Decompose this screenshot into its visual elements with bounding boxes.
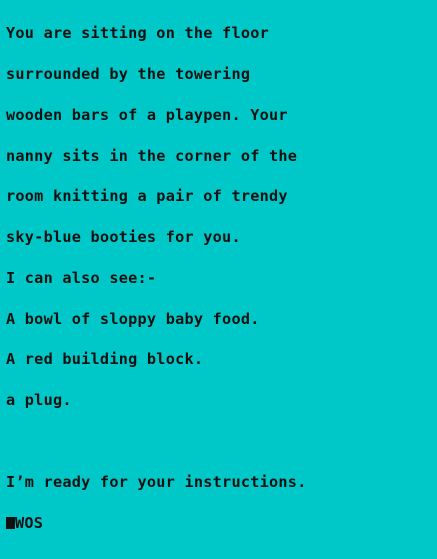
description-line: surrounded by the towering	[6, 64, 251, 83]
cursor-icon	[6, 516, 15, 529]
command-input[interactable]: WOS	[15, 514, 43, 532]
command-prompt[interactable]: WOS	[6, 514, 437, 532]
description-line: sky-blue booties for you.	[6, 228, 241, 247]
game-screen: You are sitting on the floor surrounded …	[0, 0, 437, 530]
description-line: You are sitting on the floor	[6, 24, 270, 43]
description-line: room knitting a pair of trendy	[6, 187, 288, 206]
visible-item: A red building block.	[6, 350, 204, 369]
description-line: nanny sits in the corner of the	[6, 146, 298, 165]
visible-item: a plug.	[6, 391, 72, 410]
description-line: wooden bars of a playpen. Your	[6, 105, 288, 124]
ready-message: I’m ready for your instructions.	[6, 472, 307, 491]
see-header: I can also see:-	[6, 268, 157, 287]
game-text-output: You are sitting on the floor surrounded …	[6, 0, 437, 557]
visible-item: A bowl of sloppy baby food.	[6, 309, 260, 328]
